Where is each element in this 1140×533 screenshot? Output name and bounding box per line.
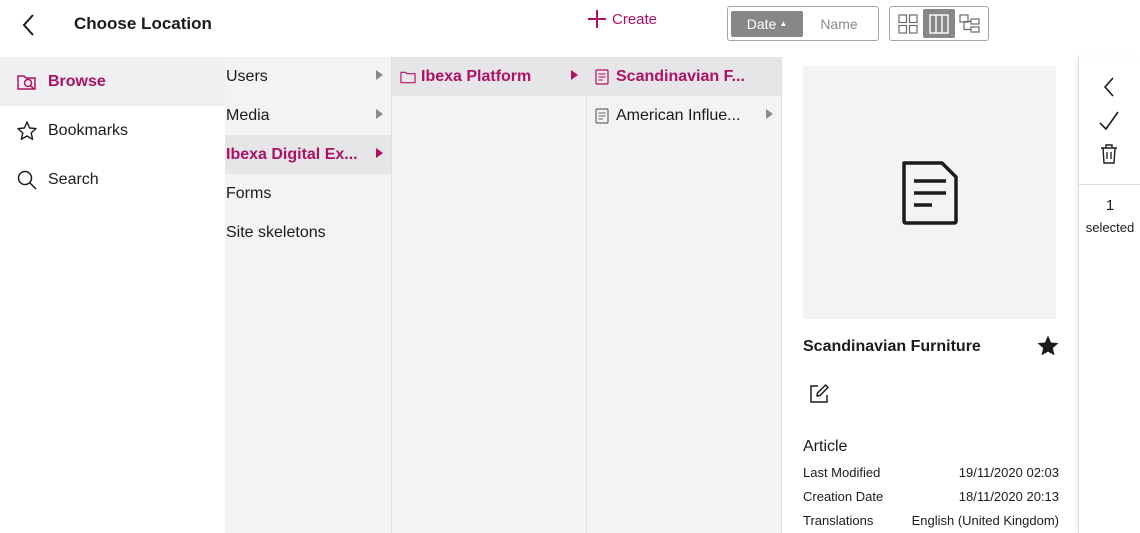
article-icon bbox=[901, 160, 958, 225]
preview-panel: Scandinavian Furniture Article Last Modi… bbox=[782, 57, 1078, 533]
search-icon bbox=[16, 169, 38, 191]
preview-title: Scandinavian Furniture bbox=[803, 338, 981, 355]
list-item-label: Scandinavian F... bbox=[616, 67, 745, 85]
star-outline-icon bbox=[16, 120, 38, 142]
browse-icon bbox=[16, 71, 38, 93]
grid-view-icon bbox=[898, 13, 918, 34]
checkmark-icon bbox=[1099, 111, 1119, 131]
create-label: Create bbox=[612, 10, 658, 28]
list-item[interactable]: Users bbox=[225, 57, 391, 96]
list-item[interactable]: Forms bbox=[225, 174, 391, 213]
sidebar: Browse Bookmarks Search bbox=[0, 57, 225, 533]
meta-value: 18/11/2020 20:13 bbox=[958, 489, 1059, 504]
selection-rail: 1 selected bbox=[1078, 57, 1140, 533]
browse-column-2: Ibexa Platform bbox=[392, 57, 587, 533]
meta-value: English (United Kingdom) bbox=[911, 513, 1059, 528]
tree-view-icon bbox=[959, 13, 980, 33]
list-item[interactable]: Ibexa Digital Ex... bbox=[225, 135, 391, 174]
view-switcher bbox=[889, 6, 989, 41]
sort-date-label: Date bbox=[746, 15, 777, 32]
sort-name-button[interactable]: Name bbox=[803, 11, 875, 37]
tree-view-button[interactable] bbox=[955, 9, 986, 38]
delete-button[interactable] bbox=[1095, 140, 1123, 168]
list-item-label: Ibexa Digital Ex... bbox=[226, 145, 358, 163]
selected-label: selected bbox=[1085, 220, 1135, 235]
list-item[interactable]: Ibexa Platform bbox=[392, 57, 586, 96]
list-item[interactable]: Scandinavian F... bbox=[587, 57, 781, 96]
browse-column-3: Scandinavian F... American Influe... bbox=[587, 57, 782, 533]
meta-row-creation-date: Creation Date 18/11/2020 20:13 bbox=[803, 489, 1059, 504]
header: Choose Location Create Date ▲ Name bbox=[0, 0, 1140, 56]
confirm-button[interactable] bbox=[1095, 107, 1123, 135]
columns-view-button[interactable] bbox=[923, 9, 955, 38]
sidebar-item-label: Search bbox=[48, 170, 99, 188]
edit-icon[interactable] bbox=[808, 383, 830, 410]
folder-icon bbox=[400, 69, 416, 85]
list-item[interactable]: Site skeletons bbox=[225, 213, 391, 252]
grid-view-button[interactable] bbox=[892, 9, 923, 38]
collapse-rail-button[interactable] bbox=[1095, 73, 1123, 101]
expand-arrow-icon bbox=[571, 70, 578, 80]
meta-key: Creation Date bbox=[803, 489, 884, 504]
chevron-left-icon bbox=[22, 14, 34, 36]
sidebar-item-label: Bookmarks bbox=[48, 121, 129, 139]
browse-column-1: Users Media Ibexa Digital Ex... Forms Si… bbox=[225, 57, 392, 533]
sidebar-item-label: Browse bbox=[48, 72, 106, 90]
divider bbox=[1079, 184, 1140, 185]
expand-arrow-icon bbox=[376, 148, 383, 158]
expand-arrow-icon bbox=[766, 109, 773, 119]
list-item-label: Forms bbox=[226, 184, 272, 202]
back-button[interactable] bbox=[14, 10, 42, 40]
sidebar-item-bookmarks[interactable]: Bookmarks bbox=[0, 106, 225, 155]
list-item[interactable]: Media bbox=[225, 96, 391, 135]
sort-toggle: Date ▲ Name bbox=[727, 6, 879, 41]
bookmark-star-icon[interactable] bbox=[1036, 334, 1060, 363]
meta-row-last-modified: Last Modified 19/11/2020 02:03 bbox=[803, 465, 1059, 480]
content-type: Article bbox=[803, 438, 848, 455]
create-button[interactable]: Create bbox=[586, 8, 657, 30]
page-title: Choose Location bbox=[74, 14, 212, 33]
trash-icon bbox=[1101, 144, 1117, 164]
plus-icon bbox=[588, 10, 606, 28]
meta-value: 19/11/2020 02:03 bbox=[958, 465, 1059, 480]
list-item-label: American Influe... bbox=[616, 106, 741, 124]
sidebar-item-browse[interactable]: Browse bbox=[0, 57, 225, 106]
expand-arrow-icon bbox=[376, 70, 383, 80]
list-item-label: Ibexa Platform bbox=[421, 67, 532, 85]
sort-name-label: Name bbox=[820, 15, 858, 32]
meta-key: Last Modified bbox=[803, 465, 881, 480]
chevron-left-icon bbox=[1103, 77, 1114, 97]
meta-key: Translations bbox=[803, 513, 874, 528]
list-item[interactable]: American Influe... bbox=[587, 96, 781, 135]
article-icon bbox=[595, 107, 611, 124]
sidebar-item-search[interactable]: Search bbox=[0, 155, 225, 204]
preview-thumbnail bbox=[803, 66, 1056, 319]
expand-arrow-icon bbox=[376, 109, 383, 119]
sort-date-button[interactable]: Date ▲ bbox=[731, 10, 803, 37]
selected-count: 1 bbox=[1105, 197, 1115, 214]
sort-asc-icon: ▲ bbox=[779, 19, 788, 28]
list-item-label: Media bbox=[226, 106, 270, 124]
list-item-label: Users bbox=[226, 67, 268, 85]
meta-row-translations: Translations English (United Kingdom) bbox=[803, 513, 1059, 528]
list-item-label: Site skeletons bbox=[226, 223, 326, 241]
article-icon bbox=[595, 68, 611, 85]
columns-view-icon bbox=[929, 13, 949, 34]
